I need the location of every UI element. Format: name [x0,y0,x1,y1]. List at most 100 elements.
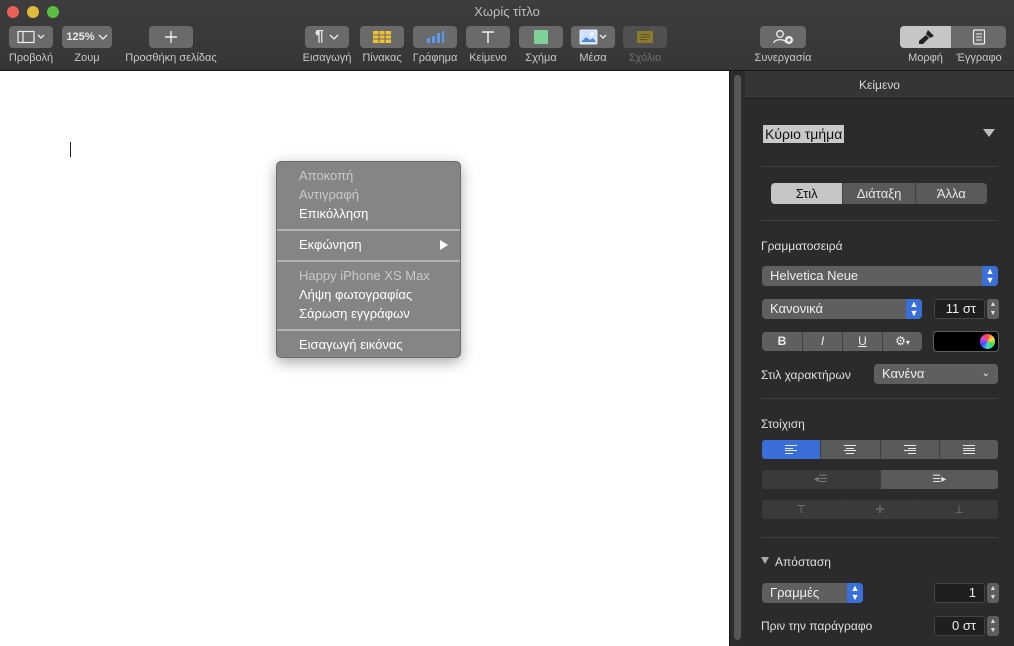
table-button[interactable] [360,26,404,48]
collaborate-button[interactable] [760,26,806,48]
decrease-indent-icon: ◂☰ [813,474,828,485]
justify-button[interactable] [939,440,998,459]
zoom-label: Ζουμ [74,52,100,64]
comment-note-icon [637,31,653,43]
disclosure-triangle-icon[interactable] [983,129,995,137]
increase-indent-button[interactable]: ☰▸ [880,470,998,489]
chevron-down-icon [329,34,339,40]
align-center-button[interactable] [821,440,881,459]
zoom-value: 125% [66,31,95,43]
pilcrow-icon: ¶ [315,28,324,45]
text-options-button[interactable]: ⚙▾ [882,332,922,351]
menu-separator [277,329,460,331]
chevron-down-icon: ⌄ [981,368,990,379]
document-button[interactable] [951,26,1006,48]
format-button[interactable] [900,26,951,48]
character-style-popup[interactable]: Κανένα ⌄ [874,364,998,384]
disclosure-triangle-icon[interactable] [761,557,769,564]
photo-icon [579,29,607,45]
italic-button[interactable]: I [802,332,842,351]
shape-square-icon [534,30,548,44]
text-button[interactable] [466,26,510,48]
text-box-icon [482,31,494,43]
plus-icon [165,31,177,43]
font-typeface-value: Κανονικά [770,301,824,316]
collaborate-label: Συνεργασία [754,52,812,64]
font-size-stepper[interactable]: ▲ ▼ [987,299,999,319]
add-page-button[interactable] [149,26,193,48]
align-bottom-button[interactable]: ⊥ [920,500,998,519]
format-sidebar: Κείμενο Κύριο τμήμα Στιλ Διάταξη Άλλα Γρ… [745,71,1014,646]
up-down-arrows-icon: ▲ ▼ [982,266,998,286]
font-family-value: Helvetica Neue [770,268,859,283]
document-canvas[interactable] [0,71,729,646]
shape-button[interactable] [519,26,563,48]
text-color-well[interactable] [933,331,999,352]
chevron-down-icon: ▾ [905,338,910,347]
menu-item-insert-image[interactable]: Εισαγωγή εικόνας [299,337,403,352]
tab-more[interactable]: Άλλα [916,183,987,204]
indent-control: ◂☰ ☰▸ [762,470,998,489]
chevron-down-icon [98,34,108,40]
menu-device-header: Happy iPhone XS Max [299,268,430,283]
spacing-mode-popup[interactable]: Γραμμές ▲ ▼ [762,583,863,603]
text-label: Κείμενο [469,52,507,64]
menu-item-paste[interactable]: Επικόλληση [299,206,368,221]
comment-label: Σχόλιο [628,52,662,64]
align-right-icon [903,445,916,454]
chart-button[interactable] [413,26,457,48]
divider [761,166,998,167]
line-spacing-stepper[interactable]: ▲ ▼ [987,583,999,603]
insert-label: Εισαγωγή [302,52,352,64]
paragraph-style-popup[interactable]: Κύριο τμήμα [763,125,845,143]
character-style-label: Στιλ χαρακτήρων [761,368,851,382]
spacing-section-title: Απόσταση [775,555,831,569]
vertical-alignment-control: ⊤ ✛ ⊥ [762,500,998,519]
align-right-button[interactable] [880,440,940,459]
insert-button[interactable]: ¶ [305,26,349,48]
align-left-button[interactable] [762,440,822,459]
divider [761,398,998,399]
tab-style[interactable]: Στιλ [771,183,844,204]
align-middle-button[interactable]: ✛ [841,500,920,519]
menu-item-copy[interactable]: Αντιγραφή [299,187,359,202]
font-size-field[interactable]: 11 στ [934,299,985,319]
comment-button[interactable] [623,26,667,48]
menu-item-cut[interactable]: Αποκοπή [299,168,353,183]
text-cursor [70,142,71,157]
menu-item-scan-documents[interactable]: Σάρωση εγγράφων [299,306,410,321]
view-label: Προβολή [8,52,54,64]
shape-label: Σχήμα [525,52,557,64]
underline-button[interactable]: U [842,332,882,351]
divider [761,537,998,538]
color-wheel-icon[interactable] [980,334,995,349]
chart-label: Γράφημα [412,52,458,64]
up-down-arrows-icon: ▲ ▼ [906,299,922,319]
font-family-popup[interactable]: Helvetica Neue ▲ ▼ [762,266,998,286]
sidebar-view-icon [17,30,45,44]
before-paragraph-stepper[interactable]: ▲ ▼ [987,616,999,636]
tab-layout[interactable]: Διάταξη [843,183,916,204]
font-section-title: Γραμματοσειρά [761,239,843,253]
before-paragraph-field[interactable]: 0 στ [934,616,985,636]
bold-button[interactable]: B [762,332,802,351]
add-page-label: Προσθήκη σελίδας [125,52,217,64]
zoom-popup[interactable]: 125% [62,26,112,48]
decrease-indent-button[interactable]: ◂☰ [762,470,881,489]
menu-item-take-photo[interactable]: Λήψη φωτογραφίας [299,287,412,302]
vertical-scrollbar[interactable] [729,71,745,646]
media-button[interactable] [571,26,615,48]
scrollbar-thumb[interactable] [734,75,741,640]
align-top-icon: ⊤ [796,504,806,516]
line-spacing-field[interactable]: 1 [934,583,985,603]
align-top-button[interactable]: ⊤ [762,500,841,519]
align-left-icon [785,445,798,454]
menu-item-speech[interactable]: Εκφώνηση [299,237,362,252]
view-button[interactable] [9,26,53,48]
spacing-mode-value: Γραμμές [770,585,820,600]
font-typeface-popup[interactable]: Κανονικά ▲ ▼ [762,299,922,319]
menu-separator [277,260,460,262]
alignment-section-title: Στοίχιση [761,417,805,431]
document-icon [972,29,985,45]
menu-separator [277,229,460,231]
